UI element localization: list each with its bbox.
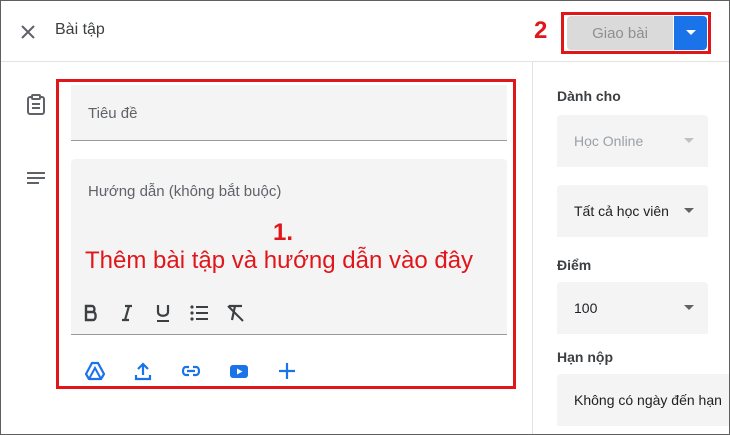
bold-icon — [84, 304, 97, 322]
close-icon — [21, 25, 35, 39]
attachment-toolbar — [83, 359, 299, 385]
assign-button[interactable]: Giao bài — [567, 16, 673, 50]
upload-button[interactable] — [131, 359, 155, 383]
points-select[interactable]: 100 — [557, 282, 708, 334]
link-button[interactable] — [179, 359, 203, 383]
italic-button[interactable] — [115, 301, 139, 325]
google-drive-button[interactable] — [83, 359, 107, 383]
clear-formatting-button[interactable] — [223, 301, 247, 325]
caret-down-icon — [685, 30, 696, 35]
class-select[interactable]: Học Online — [557, 115, 708, 167]
points-select-value: 100 — [574, 300, 598, 316]
step-number-2: 2 — [534, 17, 548, 44]
students-select[interactable]: Tất cả học viên — [557, 185, 708, 237]
bulleted-list-icon — [190, 305, 208, 321]
underline-button[interactable] — [151, 301, 175, 325]
for-label: Dành cho — [557, 88, 621, 104]
page-title: Bài tập — [55, 21, 105, 38]
close-button[interactable] — [15, 19, 41, 45]
due-date-value: Không có ngày đến hạn — [574, 392, 722, 408]
caret-down-icon — [684, 208, 694, 213]
upload-icon — [134, 362, 152, 381]
clear-formatting-icon — [227, 304, 244, 322]
due-label: Hạn nộp — [557, 349, 613, 365]
settings-panel: Dành cho Học Online Tất cả học viên Điểm… — [532, 62, 729, 434]
google-drive-icon — [84, 361, 106, 381]
caret-down-icon — [684, 305, 694, 310]
title-placeholder: Tiêu đề — [88, 105, 138, 122]
top-bar: Bài tập 2 Giao bài — [1, 1, 729, 62]
clipboard-icon — [27, 94, 45, 115]
youtube-icon — [230, 365, 248, 378]
class-select-value: Học Online — [574, 133, 644, 149]
bold-button[interactable] — [79, 301, 103, 325]
step-number-1: 1. — [273, 219, 294, 246]
formatting-toolbar — [79, 301, 247, 327]
title-input[interactable]: Tiêu đề — [71, 85, 507, 141]
underline-icon — [156, 305, 170, 322]
youtube-button[interactable] — [227, 359, 251, 383]
description-placeholder: Hướng dẫn (không bắt buộc) — [88, 183, 282, 200]
link-icon — [181, 365, 201, 377]
bulleted-list-button[interactable] — [187, 301, 211, 325]
add-button[interactable] — [275, 359, 299, 383]
italic-icon — [122, 304, 132, 322]
students-select-value: Tất cả học viên — [574, 203, 669, 219]
annotation-text: Thêm bài tập và hướng dẫn vào đây — [85, 247, 474, 274]
add-icon — [279, 363, 295, 379]
points-label: Điểm — [557, 257, 592, 273]
caret-down-icon — [684, 138, 694, 143]
description-lines-icon — [27, 172, 45, 184]
due-date-select[interactable]: Không có ngày đến hạn — [557, 374, 729, 426]
assign-options-button[interactable] — [674, 16, 707, 50]
assignment-editor-window: Bài tập 2 Giao bài Tiêu đề Hướng dẫn (kh… — [0, 0, 730, 435]
